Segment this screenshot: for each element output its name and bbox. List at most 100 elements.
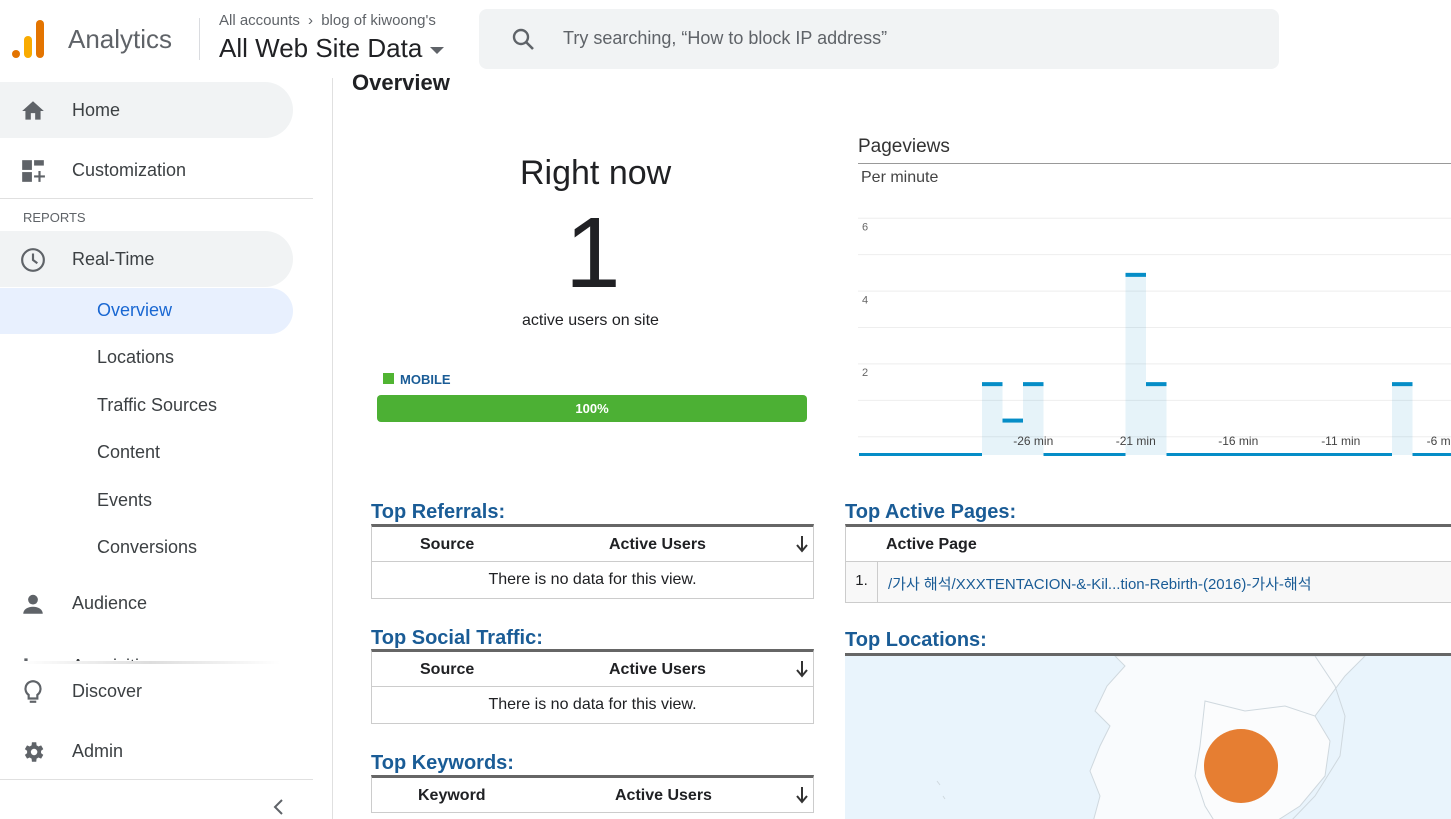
sidebar-item-admin[interactable]: Admin — [0, 723, 293, 779]
table-header: Source Active Users — [372, 652, 813, 687]
sidebar-item-label: Admin — [72, 741, 124, 761]
sidebar-divider — [0, 198, 313, 199]
chart-bar-zero — [1433, 453, 1451, 456]
column-keyword[interactable]: Keyword — [418, 787, 486, 805]
device-share-percent: 100% — [575, 401, 609, 416]
table-header: Source Active Users — [372, 527, 813, 562]
search-input[interactable]: Try searching, “How to block IP address” — [563, 28, 887, 49]
analytics-logo-icon[interactable] — [12, 20, 46, 58]
chart-bar-zero — [1289, 453, 1310, 456]
mobile-legend-label: MOBILE — [400, 372, 451, 387]
chart-bar-zero — [1043, 453, 1064, 456]
chart-bar-zero — [859, 453, 880, 456]
top-locations-title: Top Locations: — [845, 629, 987, 651]
map-outline — [936, 656, 1366, 819]
column-source[interactable]: Source — [420, 536, 474, 554]
chart-bar-zero — [1187, 453, 1208, 456]
sidebar-item-audience[interactable]: Audience — [0, 575, 293, 631]
right-now-label: Right now — [520, 154, 672, 192]
location-marker[interactable] — [1204, 729, 1278, 803]
column-active-page[interactable]: Active Page — [886, 536, 977, 554]
table-header: Active Page — [846, 527, 1451, 562]
search-bar[interactable]: Try searching, “How to block IP address” — [479, 9, 1279, 69]
active-user-count: 1 — [565, 197, 621, 309]
caret-down-icon — [430, 46, 445, 54]
sidebar-subitem-conversions[interactable]: Conversions — [0, 525, 293, 571]
top-referrals-table: Source Active Users There is no data for… — [371, 524, 814, 599]
home-icon — [22, 101, 44, 120]
column-active-users[interactable]: Active Users — [615, 787, 712, 805]
column-active-users[interactable]: Active Users — [609, 661, 706, 679]
table-header: Keyword Active Users — [372, 778, 813, 813]
chart-bar-zero — [920, 453, 941, 456]
chart-bar-zero — [879, 453, 900, 456]
sidebar-subitem-label: Content — [97, 442, 161, 462]
sidebar-subitem-overview[interactable]: Overview — [0, 288, 293, 334]
sidebar-item-label: Customization — [72, 160, 187, 180]
top-keywords-title: Top Keywords: — [371, 752, 514, 774]
property-selector[interactable]: All Web Site Data — [219, 33, 445, 64]
sidebar-subitem-locations[interactable]: Locations — [0, 335, 293, 381]
table-row: 1. /가사 해석/XXXTENTACION-&-Kil...tion-Rebi… — [846, 562, 1451, 602]
empty-message: There is no data for this view. — [488, 696, 697, 713]
sidebar-item-realtime[interactable]: Real-Time — [0, 231, 293, 287]
chart-bar-zero — [1228, 453, 1249, 456]
sidebar-subitem-label: Locations — [97, 347, 175, 367]
active-page-link[interactable]: /가사 해석/XXXTENTACION-&-Kil...tion-Rebirth… — [888, 573, 1312, 594]
sort-down-icon[interactable] — [795, 535, 809, 553]
page-title: Overview — [352, 70, 450, 95]
chart-bar-zero — [1412, 453, 1433, 456]
x-tick-label: -26 min — [1013, 434, 1053, 448]
sort-down-icon[interactable] — [795, 660, 809, 678]
column-source[interactable]: Source — [420, 661, 474, 679]
row-number: 1. — [846, 562, 878, 602]
sidebar-item-label: Discover — [72, 681, 143, 701]
sidebar-subitem-events[interactable]: Events — [0, 478, 293, 524]
pageviews-title: Pageviews — [858, 136, 950, 157]
top-referrals-title: Top Referrals: — [371, 501, 506, 523]
chart-bar-zero — [1105, 453, 1126, 456]
lightbulb-icon — [24, 680, 42, 703]
person-icon — [23, 594, 43, 614]
sort-down-icon[interactable] — [795, 786, 809, 804]
x-tick-label: -21 min — [1116, 434, 1156, 448]
chart-bar-zero — [1166, 453, 1187, 456]
top-bar: Analytics All accounts › blog of kiwoong… — [0, 0, 1451, 78]
x-tick-label: -6 min — [1427, 434, 1451, 448]
top-active-pages-title: Top Active Pages: — [845, 501, 1017, 523]
chart-bar-cap — [1125, 272, 1146, 277]
search-icon — [512, 28, 534, 50]
chart-bar-cap — [1146, 382, 1167, 387]
chart-bar-cap — [1002, 418, 1023, 423]
chart-bar-zero — [1310, 453, 1331, 456]
locations-map[interactable] — [845, 653, 1451, 819]
reports-section-label: REPORTS — [23, 210, 86, 225]
chart-bar-cap — [982, 382, 1003, 387]
clock-icon — [21, 248, 45, 272]
column-active-users[interactable]: Active Users — [609, 536, 706, 554]
sidebar-subitem-label: Overview — [97, 300, 173, 320]
sidebar-item-customization[interactable]: Customization — [0, 142, 293, 198]
device-share-bar: 100% — [377, 395, 807, 422]
pageviews-divider — [858, 163, 1451, 164]
chart-bar-area — [1392, 382, 1413, 455]
chart-bar-cap — [1023, 382, 1044, 387]
sidebar-item-home[interactable]: Home — [0, 82, 293, 138]
sidebar-item-discover[interactable]: Discover — [0, 663, 293, 719]
chart-bar-zero — [1064, 453, 1085, 456]
sidebar-subitem-traffic-sources[interactable]: Traffic Sources — [0, 383, 293, 429]
active-users-label: active users on site — [522, 312, 659, 329]
mobile-legend-swatch — [383, 373, 394, 384]
chart-bar-cap — [1392, 382, 1413, 387]
sidebar-subitem-content[interactable]: Content — [0, 430, 293, 476]
chart-bar-zero — [1330, 453, 1351, 456]
chart-bar-zero — [1269, 453, 1290, 456]
sidebar-item-label: Audience — [72, 593, 148, 613]
breadcrumb[interactable]: All accounts › blog of kiwoong's — [219, 12, 436, 29]
chart-bar-area — [1125, 272, 1146, 455]
breadcrumb-account[interactable]: blog of kiwoong's — [321, 12, 436, 29]
collapse-chevron-icon[interactable] — [272, 798, 286, 816]
chart-bar-zero — [961, 453, 982, 456]
breadcrumb-accounts[interactable]: All accounts — [219, 12, 300, 29]
property-name: All Web Site Data — [219, 33, 423, 63]
